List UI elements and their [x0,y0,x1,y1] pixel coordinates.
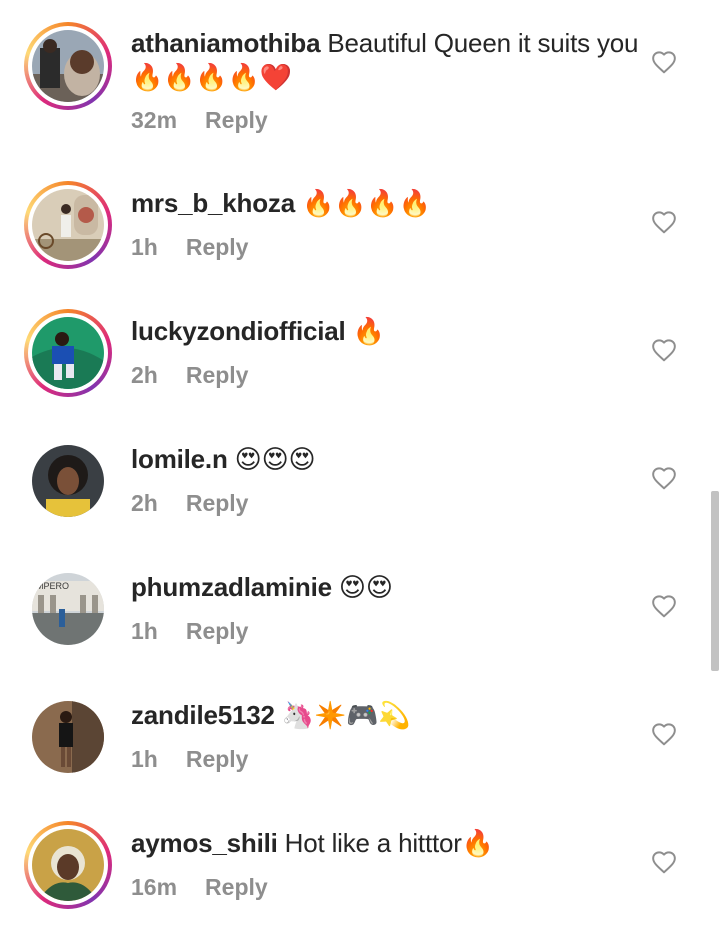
comment-text: mrs_b_khoza 🔥🔥🔥🔥 [131,186,641,220]
comment-body: Hot like a hitttor🔥 [277,828,494,858]
comment-time: 2h [131,362,158,388]
scrollbar-thumb[interactable] [711,491,719,671]
avatar [32,30,104,102]
comment-time: 2h [131,490,158,516]
comment-meta: 1h Reply [131,233,248,261]
avatar-story-ring[interactable] [24,821,112,909]
reply-button[interactable]: Reply [186,234,249,260]
reply-button[interactable]: Reply [186,490,249,516]
avatar [32,829,104,901]
like-heart-icon[interactable] [651,338,677,362]
avatar-button[interactable]: MPERO [32,573,104,645]
comment-text: aymos_shili Hot like a hitttor🔥 [131,826,641,860]
comment-username[interactable]: aymos_shili [131,828,278,858]
avatar-photo [32,30,104,102]
comment-time: 32m [131,107,178,133]
like-heart-icon[interactable] [651,50,677,74]
comment-text: lomile.n 😍😍😍 [131,442,641,476]
comment-text: zandile5132 🦄✴️🎮💫 [131,698,641,732]
avatar-story-ring[interactable] [24,309,112,397]
comment-body: 🦄✴️🎮💫 [274,700,411,730]
avatar-button[interactable] [32,701,104,773]
comment-time: 16m [131,874,178,900]
avatar-photo [32,317,104,389]
comment-meta: 2h Reply [131,361,248,389]
avatar-story-ring[interactable] [24,22,112,110]
comment-username[interactable]: lomile.n [131,444,228,474]
avatar-frame [28,185,108,265]
comment-text: athaniamothiba Beautiful Queen it suits … [131,26,641,94]
avatar-frame [32,445,104,517]
like-heart-icon[interactable] [651,722,677,746]
like-heart-icon[interactable] [651,210,677,234]
building-sign-text: MPERO [36,581,69,591]
avatar-frame [28,825,108,905]
like-heart-icon[interactable] [651,466,677,490]
avatar-frame [28,313,108,393]
avatar [32,445,104,517]
comment-time: 1h [131,234,158,260]
avatar [32,189,104,261]
like-heart-icon[interactable] [651,594,677,618]
comment-time: 1h [131,618,158,644]
comment-meta: 2h Reply [131,489,248,517]
avatar: MPERO [32,573,104,645]
avatar-frame [28,26,108,106]
avatar-photo [32,445,104,517]
comment-body: 🔥 [345,316,385,346]
comment-username[interactable]: luckyzondiofficial [131,316,346,346]
reply-button[interactable]: Reply [186,618,249,644]
comment-time: 1h [131,746,158,772]
comment-body: 😍😍😍 [227,444,316,474]
reply-button[interactable]: Reply [205,107,268,133]
comment-username[interactable]: zandile5132 [131,700,275,730]
avatar-story-ring[interactable] [24,181,112,269]
comment-username[interactable]: athaniamothiba [131,28,321,58]
like-heart-icon[interactable] [651,850,677,874]
comment-meta: 1h Reply [131,617,248,645]
comment-meta: 1h Reply [131,745,248,773]
avatar-photo [32,829,104,901]
avatar-photo [32,189,104,261]
comment-text: phumzadlaminie 😍😍 [131,570,641,604]
comment-username[interactable]: mrs_b_khoza [131,188,295,218]
comment-body: 😍😍 [331,572,393,602]
comment-username[interactable]: phumzadlaminie [131,572,332,602]
avatar-frame [32,701,104,773]
comment-list: athaniamothiba Beautiful Queen it suits … [0,0,720,931]
comment-meta: 32m Reply [131,106,268,134]
avatar-photo: MPERO [32,573,104,645]
avatar-button[interactable] [32,445,104,517]
comment-body: 🔥🔥🔥🔥 [294,188,431,218]
comment-text: luckyzondiofficial 🔥 [131,314,641,348]
reply-button[interactable]: Reply [186,746,249,772]
avatar [32,317,104,389]
avatar-photo [32,701,104,773]
reply-button[interactable]: Reply [205,874,268,900]
comment-meta: 16m Reply [131,873,268,901]
avatar [32,701,104,773]
reply-button[interactable]: Reply [186,362,249,388]
avatar-frame: MPERO [32,573,104,645]
